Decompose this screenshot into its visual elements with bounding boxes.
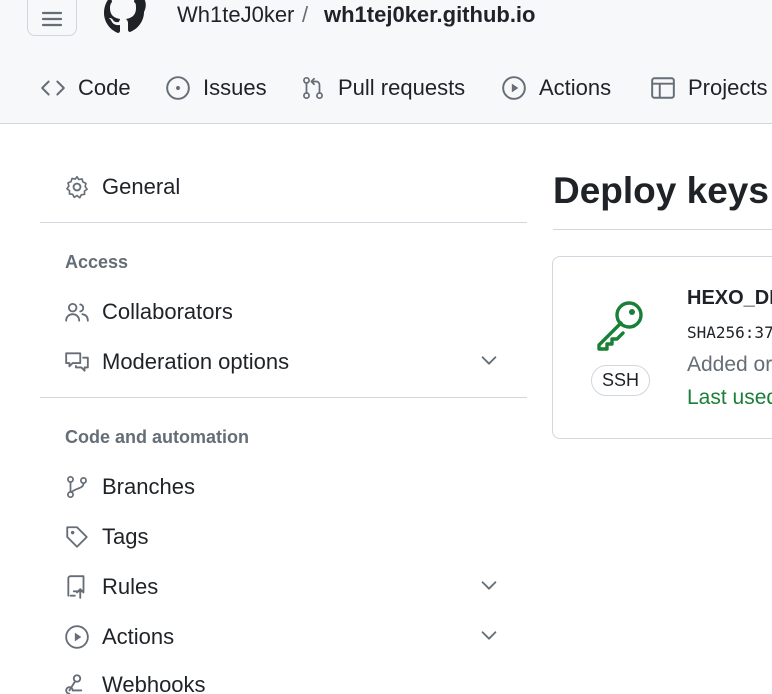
sidebar-item-label: Moderation options — [102, 349, 290, 374]
breadcrumb-owner-link[interactable]: Wh1teJ0ker — [177, 2, 294, 28]
tag-icon — [66, 526, 88, 548]
git-pull-request-icon — [303, 76, 323, 100]
sidebar-item-label: Rules — [102, 574, 159, 599]
sidebar-item-label: Actions — [102, 624, 175, 649]
deploy-key-last-used: Last used — [687, 386, 772, 409]
deploy-key-card: SSH HEXO_DI SHA256:37 Added or Last used — [552, 256, 772, 439]
github-logo-icon[interactable] — [101, 0, 153, 36]
tab-projects[interactable]: Projects — [650, 70, 767, 106]
sidebar-item-label: Tags — [102, 524, 149, 549]
sidebar-item-label: Branches — [102, 474, 195, 499]
people-icon — [65, 302, 89, 322]
sidebar-item-label: General — [102, 174, 181, 199]
breadcrumb-separator: / — [302, 2, 309, 27]
sidebar-item-label: Webhooks — [102, 672, 206, 694]
ssh-badge: SSH — [591, 365, 650, 396]
repo-header: Wh1teJ0ker / wh1tej0ker.github.io Code I… — [0, 0, 772, 124]
tab-issues[interactable]: Issues — [165, 70, 267, 106]
tab-pull-requests[interactable]: Pull requests — [300, 70, 465, 106]
play-icon — [502, 76, 526, 100]
repo-push-icon — [67, 575, 85, 599]
tab-code[interactable]: Code — [40, 70, 131, 106]
deploy-key-fingerprint: SHA256:37 — [687, 323, 772, 342]
sidebar-divider — [40, 222, 527, 223]
breadcrumb-repo-link[interactable]: wh1tej0ker.github.io — [324, 2, 535, 28]
sidebar-divider — [40, 397, 527, 398]
title-divider — [553, 229, 772, 230]
sidebar-heading-code-automation: Code and automation — [65, 427, 249, 447]
tab-actions[interactable]: Actions — [501, 70, 611, 106]
code-icon — [41, 80, 65, 96]
key-icon — [597, 301, 643, 351]
chevron-down-icon[interactable] — [478, 349, 500, 371]
gear-icon — [66, 175, 88, 199]
chevron-down-icon[interactable] — [478, 624, 500, 646]
comment-discussion-icon — [65, 352, 89, 372]
tab-issues-label: Issues — [203, 75, 267, 100]
deploy-key-title: HEXO_DI — [687, 287, 772, 309]
play-icon — [65, 625, 89, 649]
tab-projects-label: Projects — [688, 75, 768, 100]
webhook-icon — [65, 674, 83, 694]
git-branch-icon — [67, 475, 87, 499]
tab-pull-requests-label: Pull requests — [338, 75, 466, 100]
page-title: Deploy keys — [553, 170, 769, 211]
tab-code-label: Code — [78, 75, 131, 100]
deploy-key-added-date: Added or — [687, 353, 772, 376]
chevron-down-icon[interactable] — [478, 574, 500, 596]
three-bars-icon — [41, 11, 63, 27]
tab-actions-label: Actions — [539, 75, 612, 100]
issue-opened-icon — [166, 76, 190, 100]
sidebar-heading-access: Access — [65, 252, 129, 272]
hamburger-menu-button[interactable] — [27, 0, 77, 36]
table-icon — [651, 77, 675, 99]
sidebar-item-label: Collaborators — [102, 299, 233, 324]
